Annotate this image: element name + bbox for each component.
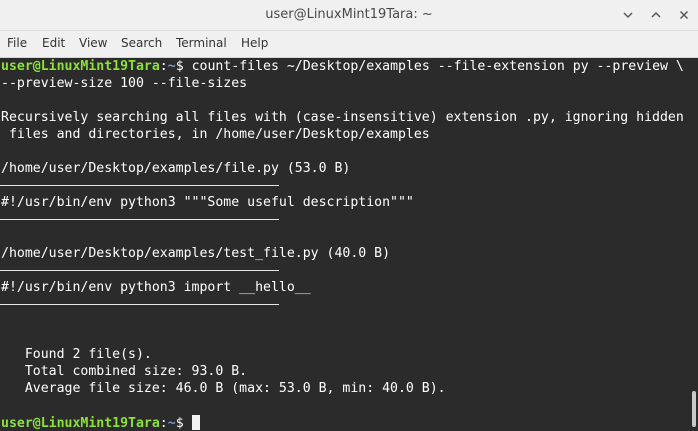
- prompt-colon: :: [159, 416, 168, 431]
- command-text: count-files ~/Desktop/examples --file-ex…: [191, 59, 684, 74]
- file-1-header: /home/user/Desktop/examples/file.py (53.…: [1, 161, 351, 176]
- prompt-path: ~: [167, 59, 176, 74]
- file-2-preview: #!/usr/bin/env python3 import __hello__: [1, 280, 311, 295]
- menu-edit[interactable]: Edit: [42, 31, 65, 57]
- text-cursor: [191, 415, 200, 430]
- prompt-colon: :: [159, 59, 168, 74]
- minimize-icon: [620, 7, 636, 23]
- summary-total: Total combined size: 93.0 B.: [1, 364, 248, 379]
- window-title: user@LinuxMint19Tara: ~: [265, 7, 433, 22]
- prompt-user: user@LinuxMint19Tara: [1, 59, 160, 74]
- scrollbar-track[interactable]: [688, 58, 698, 431]
- maximize-icon: [648, 7, 664, 23]
- maximize-button[interactable]: [648, 7, 664, 23]
- prompt-symbol: $: [175, 416, 192, 431]
- file-1-preview: #!/usr/bin/env python3 """Some useful de…: [1, 195, 414, 210]
- minimize-button[interactable]: [620, 7, 636, 23]
- menu-file[interactable]: File: [7, 31, 27, 57]
- prompt-symbol: $: [175, 59, 192, 74]
- file-2-header: /home/user/Desktop/examples/test_file.py…: [1, 246, 391, 261]
- close-icon: [676, 7, 692, 23]
- menu-bar: File Edit View Search Terminal Help: [0, 31, 698, 58]
- summary-found: Found 2 file(s).: [1, 347, 152, 362]
- close-button[interactable]: [676, 7, 692, 23]
- scrollbar-thumb[interactable]: [692, 391, 696, 427]
- separator-line: [0, 304, 279, 305]
- terminal-window: user@LinuxMint19Tara: ~ File Edit View S…: [0, 0, 698, 431]
- menu-help[interactable]: Help: [241, 31, 268, 57]
- menu-search[interactable]: Search: [121, 31, 162, 57]
- separator-line: [0, 185, 279, 186]
- prompt-line: user@LinuxMint19Tara:~$: [1, 415, 200, 431]
- menu-view[interactable]: View: [79, 31, 107, 57]
- info-line-2: files and directories, in /home/user/Des…: [1, 127, 430, 142]
- info-line-1: Recursively searching all files with (ca…: [1, 110, 684, 125]
- prompt-user: user@LinuxMint19Tara: [1, 416, 160, 431]
- separator-line: [0, 219, 279, 220]
- command-continuation: --preview-size 100 --file-sizes: [1, 76, 248, 91]
- menu-terminal[interactable]: Terminal: [176, 31, 227, 57]
- prompt-path: ~: [167, 416, 176, 431]
- command-line: user@LinuxMint19Tara:~$ count-files ~/De…: [1, 58, 684, 75]
- terminal-output[interactable]: user@LinuxMint19Tara:~$ count-files ~/De…: [0, 58, 688, 431]
- title-bar[interactable]: user@LinuxMint19Tara: ~: [0, 0, 698, 31]
- separator-line: [0, 270, 279, 271]
- summary-average: Average file size: 46.0 B (max: 53.0 B, …: [1, 381, 446, 396]
